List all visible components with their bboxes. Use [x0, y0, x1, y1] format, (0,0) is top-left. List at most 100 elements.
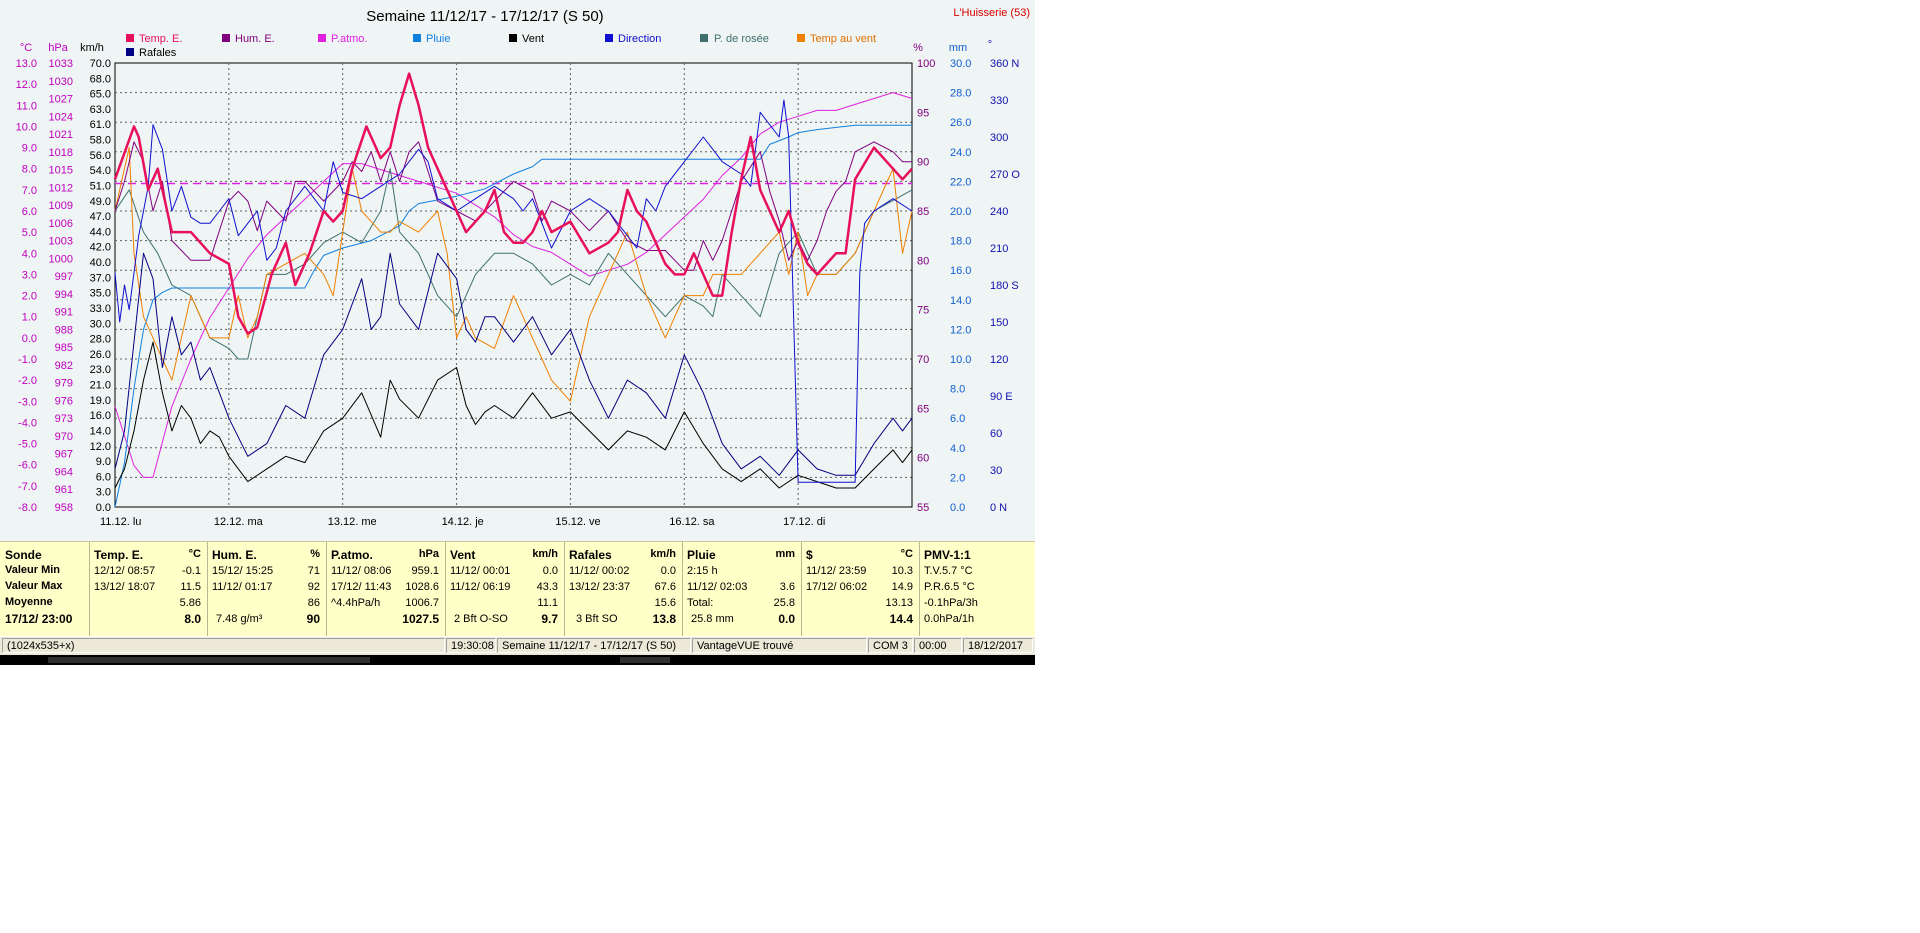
- stats-sun-header: $: [806, 548, 813, 562]
- stats-pluie-duration: 2:15 h: [687, 565, 718, 577]
- tick-label-direction: 120: [990, 354, 1008, 366]
- tick-label-kmh: 61.0: [90, 119, 111, 131]
- stats-hum-current: 90: [306, 612, 320, 626]
- tick-label-kmh: 14.0: [90, 425, 111, 437]
- stats-col-pluie: Pluie mm 2:15 h 11/12/ 02:03 3.6 Total: …: [682, 542, 802, 636]
- stats-vent-max-val: 43.3: [536, 581, 558, 593]
- stats-pluie-sum: 25.8 mm: [691, 613, 734, 625]
- stats-patmo-unit: hPa: [418, 548, 439, 560]
- tick-label-celsius: -5.0: [18, 439, 37, 451]
- stats-rafales-min-val: 0.0: [660, 565, 676, 577]
- legend-label-rafales: Rafales: [139, 47, 177, 59]
- tick-label-mm: 22.0: [950, 176, 971, 188]
- tick-label-hpa: 1012: [49, 182, 73, 194]
- tick-label-kmh: 65.0: [90, 89, 111, 101]
- tick-label-kmh: 6.0: [96, 471, 111, 483]
- stats-vent-beaufort: 2 Bft O-SO: [454, 613, 508, 625]
- axis-unit-pct: %: [913, 42, 923, 54]
- tick-label-mm: 12.0: [950, 324, 971, 336]
- tick-label-hpa: 1015: [49, 165, 73, 177]
- legend-swatch-direction: [605, 34, 613, 42]
- stats-pluie-total-val: 25.8: [773, 597, 795, 609]
- tick-label-kmh: 23.0: [90, 364, 111, 376]
- tick-label-hpa: 1006: [49, 218, 73, 230]
- legend-label-patmo: P.atmo.: [331, 33, 368, 45]
- tick-label-mm: 14.0: [950, 295, 971, 307]
- x-tick-label: 11.12. lu: [100, 516, 141, 528]
- tick-label-direction: 360 N: [990, 58, 1019, 70]
- stats-patmo-max-val: 1028.6: [405, 581, 439, 593]
- stats-hum-unit: %: [310, 548, 320, 560]
- legend-label-vent: Vent: [522, 33, 544, 45]
- tick-label-kmh: 16.0: [90, 410, 111, 422]
- stats-pluie-current: 0.0: [778, 612, 795, 626]
- tick-label-celsius: -1.0: [18, 354, 37, 366]
- x-tick-label: 15.12. ve: [555, 516, 600, 528]
- status-date: 18/12/2017: [963, 638, 1033, 653]
- tick-label-kmh: 21.0: [90, 380, 111, 392]
- stats-rafales-max-date: 13/12/ 23:37: [569, 581, 631, 593]
- tick-label-pct: 55: [917, 502, 929, 514]
- stats-pluie-max-date: 11/12/ 02:03: [687, 581, 748, 593]
- tick-label-kmh: 44.0: [90, 226, 111, 238]
- tick-label-kmh: 30.0: [90, 318, 111, 330]
- stats-pluie-total-label: Total:: [687, 597, 714, 609]
- stats-temp-max-date: 13/12/ 18:07: [94, 581, 156, 593]
- stats-vent-unit: km/h: [532, 548, 558, 560]
- tick-label-direction: 150: [990, 317, 1008, 329]
- tick-label-hpa: 985: [55, 342, 73, 354]
- x-tick-label: 16.12. sa: [669, 516, 715, 528]
- tick-label-celsius: -4.0: [18, 417, 37, 429]
- tick-label-celsius: -8.0: [18, 502, 37, 514]
- axis-unit-mm: mm: [949, 42, 967, 54]
- weekly-weather-chart: Semaine 11/12/17 - 17/12/17 (S 50) L'Hui…: [0, 0, 1035, 541]
- tick-label-mm: 28.0: [950, 88, 971, 100]
- x-tick-label: 17.12. di: [783, 516, 825, 528]
- stats-col-temp: Temp. E. °C 12/12/ 08:57 -0.1 13/12/ 18:…: [89, 542, 208, 636]
- stats-rafales-unit: km/h: [650, 548, 676, 560]
- legend-label-temp: Temp. E.: [139, 33, 182, 45]
- tick-label-kmh: 56.0: [90, 150, 111, 162]
- tick-label-direction: 0 N: [990, 502, 1007, 514]
- stats-patmo-header: P.atmo.: [331, 548, 373, 562]
- tick-label-kmh: 51.0: [90, 180, 111, 192]
- stats-vent-max-date: 11/12/ 06:19: [450, 581, 511, 593]
- tick-label-kmh: 47.0: [90, 211, 111, 223]
- stats-rafales-beaufort: 3 Bft SO: [576, 613, 618, 625]
- tick-label-kmh: 42.0: [90, 242, 111, 254]
- stats-sun-max-val: 14.9: [891, 581, 913, 593]
- stats-pmv-row3: -0.1hPa/3h: [924, 597, 978, 609]
- tick-label-kmh: 35.0: [90, 288, 111, 300]
- stats-patmo-max-date: 17/12/ 11:43: [331, 581, 392, 593]
- tick-label-kmh: 58.0: [90, 135, 111, 147]
- tick-label-hpa: 994: [55, 289, 73, 301]
- tick-label-pct: 80: [917, 255, 929, 267]
- stats-sun-min-date: 11/12/ 23:59: [806, 565, 867, 577]
- stats-hum-avg: 86: [307, 597, 320, 609]
- stats-patmo-current: 1027.5: [402, 612, 439, 626]
- tick-label-direction: 270 O: [990, 169, 1020, 181]
- stats-vent-current: 9.7: [541, 612, 558, 626]
- tick-label-direction: 330: [990, 95, 1008, 107]
- tick-label-kmh: 3.0: [96, 487, 111, 499]
- legend-swatch-vent: [509, 34, 517, 42]
- stats-pmv-row4: 0.0hPa/1h: [924, 613, 975, 625]
- tick-label-pct: 60: [917, 453, 929, 465]
- tick-label-celsius: 2.0: [22, 291, 37, 303]
- tick-label-kmh: 19.0: [90, 395, 111, 407]
- scroll-track-segment: [48, 657, 370, 663]
- tick-label-celsius: -2.0: [18, 375, 37, 387]
- tick-label-celsius: 0.0: [22, 333, 37, 345]
- tick-label-kmh: 63.0: [90, 104, 111, 116]
- tick-label-kmh: 26.0: [90, 349, 111, 361]
- tick-label-mm: 2.0: [950, 472, 965, 484]
- status-bar: (1024x535+x) 19:30:08 Semaine 11/12/17 -…: [0, 636, 1035, 655]
- tick-label-hpa: 988: [55, 324, 73, 336]
- tick-label-celsius: 4.0: [22, 248, 37, 260]
- tick-label-hpa: 958: [55, 502, 73, 514]
- legend-label-tempvent: Temp au vent: [810, 33, 876, 45]
- tick-label-pct: 95: [917, 107, 929, 119]
- tick-label-mm: 10.0: [950, 354, 971, 366]
- stats-temp-min-val: -0.1: [182, 565, 201, 577]
- stats-patmo-avg: 1006.7: [405, 597, 439, 609]
